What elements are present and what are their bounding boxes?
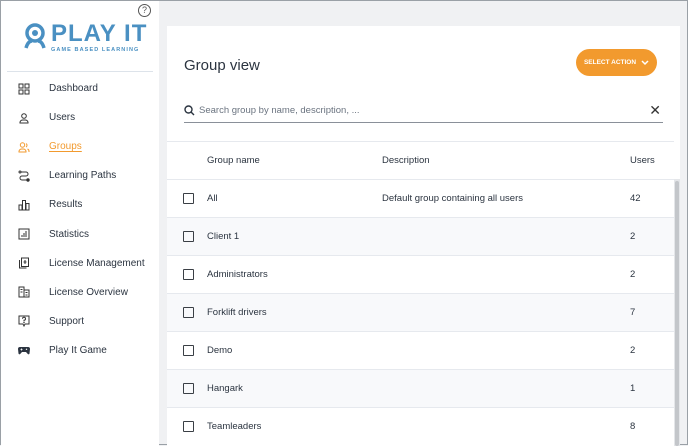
sidebar: ? PLAY IT GAME BASED LEARNING Dashboard … (1, 1, 159, 446)
logo-icon (24, 23, 46, 49)
group-name: Hangark (207, 383, 243, 394)
gamepad-icon (18, 347, 30, 355)
license-overview-icon (18, 286, 30, 298)
group-name: Forklift drivers (207, 307, 267, 318)
column-header-users[interactable]: Users (630, 155, 670, 166)
page-title: Group view (184, 57, 260, 74)
groups-table: Group name Description Users All Default… (167, 141, 674, 445)
table-row[interactable]: Hangark 1 (167, 369, 674, 407)
sidebar-nav: Dashboard Users Groups Learning Paths Re… (1, 74, 159, 365)
sidebar-item-dashboard[interactable]: Dashboard (1, 74, 159, 103)
sidebar-item-label: Support (49, 315, 85, 327)
select-action-label: SELECT ACTION (583, 59, 637, 66)
search-input[interactable] (199, 104, 650, 116)
row-checkbox[interactable] (183, 307, 194, 318)
group-user-count: 7 (630, 307, 636, 318)
sidebar-item-users[interactable]: Users (1, 103, 159, 132)
group-name: Client 1 (207, 231, 240, 242)
table-row[interactable]: Administrators 2 (167, 255, 674, 293)
sidebar-item-label: License Management (49, 257, 145, 269)
dashboard-icon (18, 83, 30, 95)
group-user-count: 1 (630, 383, 636, 394)
table-row[interactable]: All Default group containing all users 4… (167, 179, 674, 217)
sidebar-item-support[interactable]: Support (1, 307, 159, 336)
table-header: Group name Description Users (167, 141, 674, 179)
row-checkbox[interactable] (183, 269, 194, 280)
table-row[interactable]: Forklift drivers 7 (167, 293, 674, 331)
groups-icon (18, 142, 30, 153)
group-user-count: 42 (630, 193, 641, 204)
sidebar-item-label: Dashboard (49, 83, 98, 95)
sidebar-item-label: Users (49, 112, 76, 124)
select-action-button[interactable]: SELECT ACTION (576, 49, 657, 76)
results-icon (18, 199, 30, 211)
sidebar-item-label: Results (49, 199, 83, 211)
license-management-icon (19, 257, 29, 269)
row-checkbox[interactable] (183, 345, 194, 356)
clear-search-icon[interactable]: ✕ (649, 102, 661, 119)
support-icon (18, 315, 30, 328)
sidebar-item-play-it-game[interactable]: Play It Game (1, 336, 159, 365)
column-header-description[interactable]: Description (382, 155, 630, 166)
sidebar-item-results[interactable]: Results (1, 190, 159, 219)
sidebar-item-label: Learning Paths (49, 170, 117, 182)
search-bar: ✕ (184, 98, 663, 123)
row-checkbox[interactable] (183, 231, 194, 242)
search-icon (184, 104, 195, 115)
sidebar-item-label: Play It Game (49, 344, 107, 356)
group-user-count: 2 (630, 269, 636, 280)
table-row[interactable]: Demo 2 (167, 331, 674, 369)
group-description: Default group containing all users (382, 193, 524, 204)
sidebar-item-statistics[interactable]: Statistics (1, 219, 159, 248)
group-view-card: Group view SELECT ACTION ✕ Group name De… (167, 26, 680, 446)
help-icon[interactable]: ? (138, 4, 151, 17)
row-checkbox[interactable] (183, 421, 194, 432)
sidebar-item-license-management[interactable]: License Management (1, 249, 159, 278)
group-name: All (207, 193, 218, 204)
user-icon (19, 112, 29, 124)
row-checkbox[interactable] (183, 193, 194, 204)
sidebar-item-label: Statistics (49, 228, 90, 240)
group-user-count: 2 (630, 345, 636, 356)
statistics-icon (18, 228, 30, 240)
divider (7, 71, 153, 72)
logo-subtitle: GAME BASED LEARNING (51, 47, 140, 53)
table-row[interactable]: Teamleaders 8 (167, 407, 674, 445)
sidebar-item-license-overview[interactable]: License Overview (1, 278, 159, 307)
group-user-count: 2 (630, 231, 636, 242)
sidebar-item-label: Groups (49, 141, 82, 153)
sidebar-item-learning-paths[interactable]: Learning Paths (1, 161, 159, 190)
logo-title: PLAY IT (51, 20, 148, 47)
group-user-count: 8 (630, 421, 636, 432)
row-checkbox[interactable] (183, 383, 194, 394)
group-name: Administrators (207, 269, 268, 280)
chevron-down-icon (641, 59, 649, 65)
path-icon (18, 170, 30, 182)
scrollbar-thumb[interactable] (675, 181, 679, 446)
logo[interactable]: PLAY IT GAME BASED LEARNING (23, 20, 148, 53)
column-header-group-name[interactable]: Group name (207, 155, 382, 166)
sidebar-item-groups[interactable]: Groups (1, 132, 159, 161)
table-row[interactable]: Client 1 2 (167, 217, 674, 255)
sidebar-item-label: License Overview (49, 286, 128, 298)
group-name: Demo (207, 345, 233, 356)
group-name: Teamleaders (207, 421, 262, 432)
